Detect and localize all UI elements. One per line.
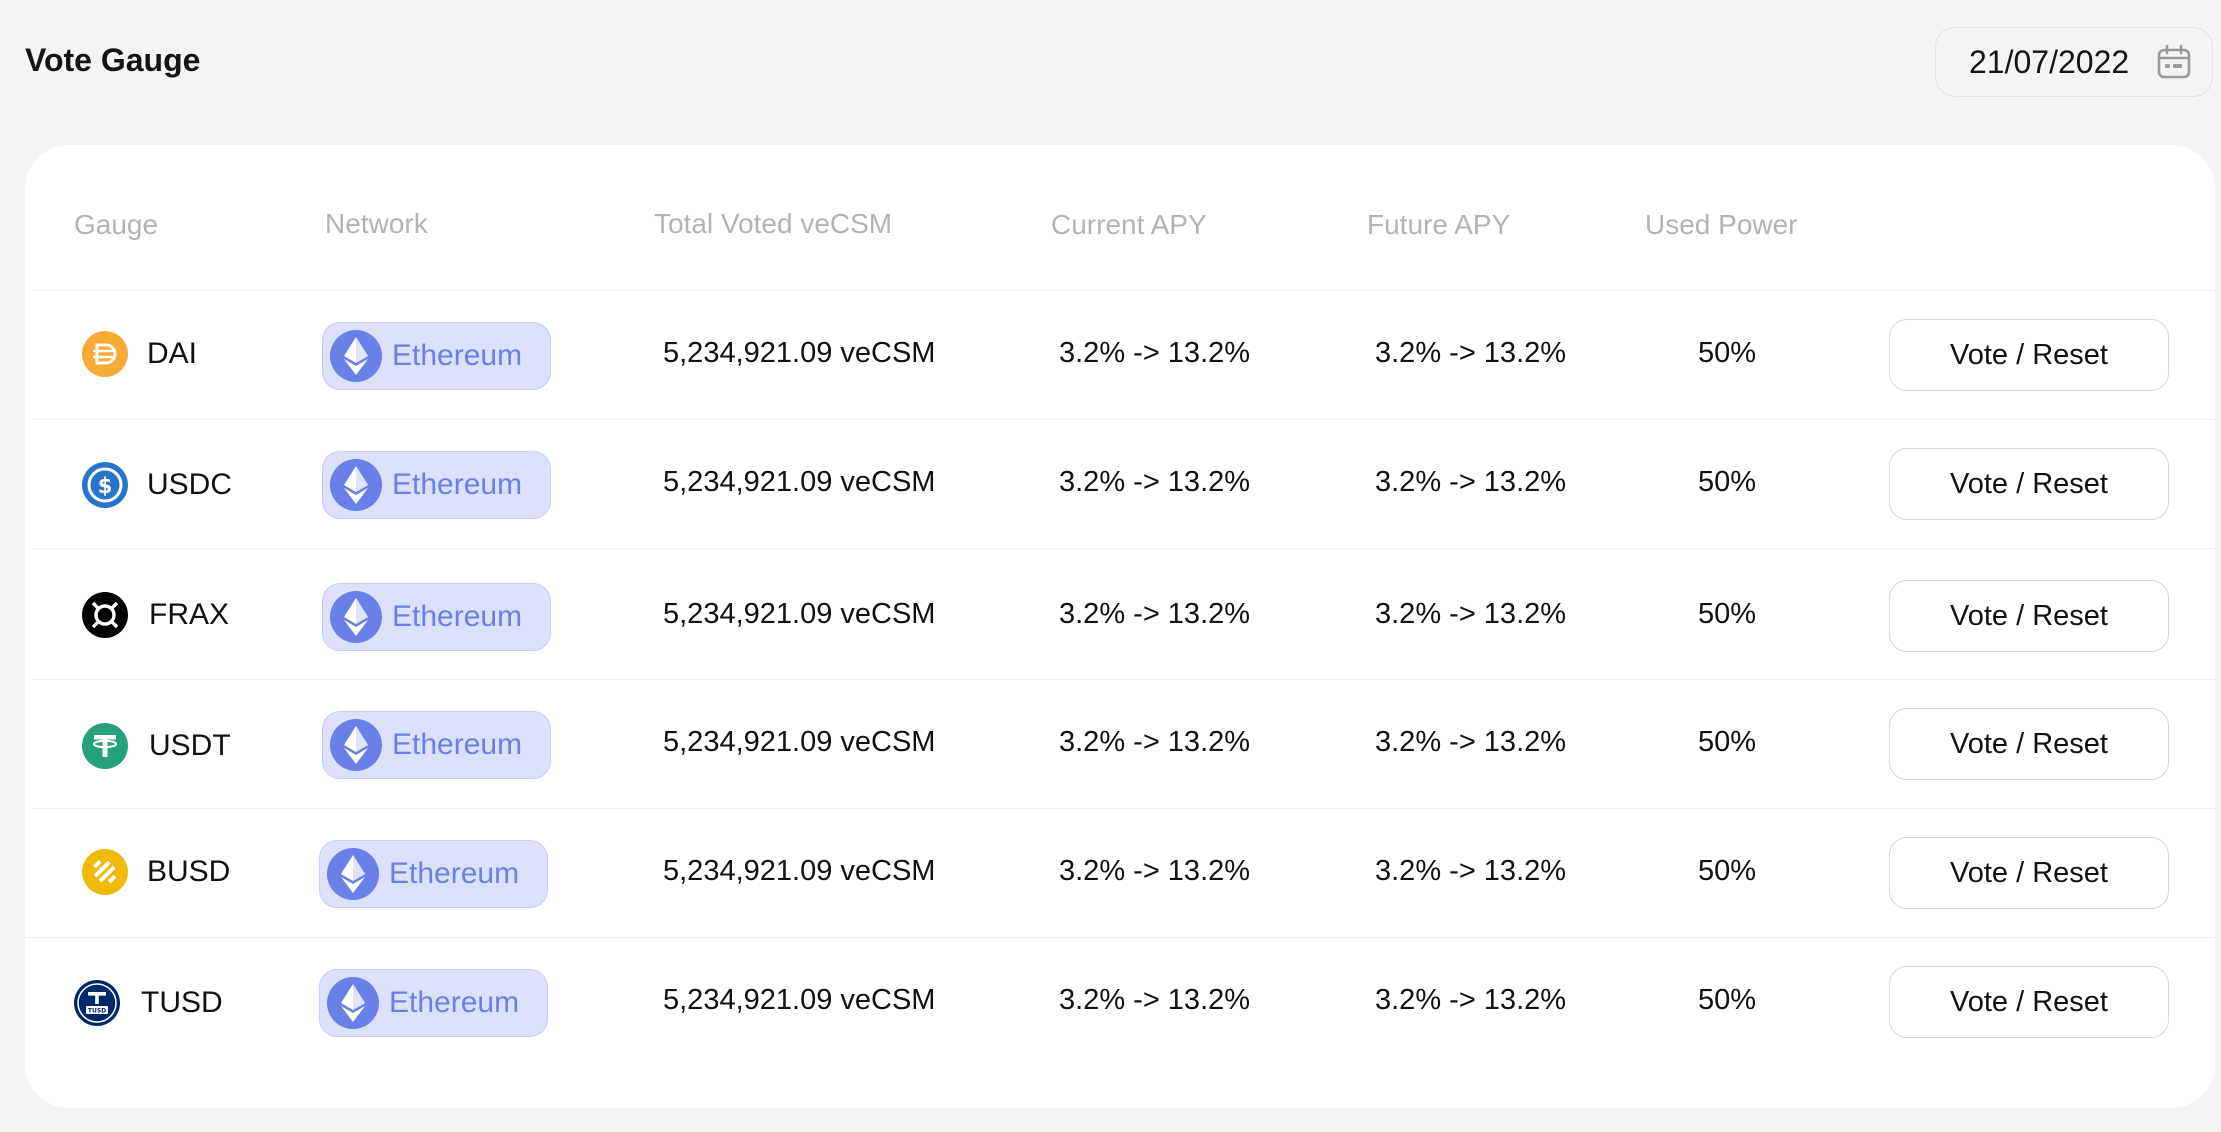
vote-reset-button[interactable]: Vote / Reset <box>1889 580 2169 652</box>
token-cell: BUSD <box>82 849 230 895</box>
ethereum-icon <box>330 459 382 511</box>
tusd-icon: TUSD <box>74 980 120 1026</box>
table-header: Gauge Network Total Voted veCSM Current … <box>25 145 2215 290</box>
usdc-icon: $ <box>82 462 128 508</box>
table-row: USDT Ethereum 5,234,921.09 veCSM 3.2% ->… <box>33 679 2215 809</box>
vote-reset-button[interactable]: Vote / Reset <box>1889 708 2169 780</box>
used-power-value: 50% <box>1698 466 1757 498</box>
network-badge: Ethereum <box>322 322 551 390</box>
ethereum-icon <box>327 977 379 1029</box>
token-name: DAI <box>147 337 198 370</box>
total-voted-value: 5,234,921.09 veCSM <box>663 984 936 1016</box>
svg-text:TUSD: TUSD <box>88 1008 106 1015</box>
column-header-network: Network <box>325 208 428 239</box>
used-power-value: 50% <box>1698 337 1757 369</box>
dai-icon <box>82 331 128 377</box>
svg-text:$: $ <box>98 474 113 498</box>
network-name: Ethereum <box>392 600 523 633</box>
used-power-value: 50% <box>1698 855 1757 887</box>
future-apy-value: 3.2% -> 13.2% <box>1375 598 1567 630</box>
network-badge: Ethereum <box>322 451 551 519</box>
total-voted-value: 5,234,921.09 veCSM <box>663 466 936 498</box>
vote-gauge-page: Vote Gauge 21/07/2022 Gauge Network Tota… <box>0 0 2221 1132</box>
network-name: Ethereum <box>392 339 523 372</box>
current-apy-value: 3.2% -> 13.2% <box>1059 598 1251 630</box>
network-badge: Ethereum <box>322 583 551 651</box>
ethereum-icon <box>330 330 382 382</box>
network-name: Ethereum <box>389 857 520 890</box>
current-apy-value: 3.2% -> 13.2% <box>1059 984 1251 1016</box>
used-power-value: 50% <box>1698 984 1757 1016</box>
total-voted-value: 5,234,921.09 veCSM <box>663 855 936 887</box>
calendar-icon <box>2157 44 2191 79</box>
column-header-total-voted: Total Voted veCSM <box>654 208 893 239</box>
total-voted-value: 5,234,921.09 veCSM <box>663 726 936 758</box>
ethereum-icon <box>327 848 379 900</box>
table-row: $ USDC Ethereum 5,234,921.09 veCSM 3.2% … <box>33 419 2215 549</box>
current-apy-value: 3.2% -> 13.2% <box>1059 855 1251 887</box>
ethereum-icon <box>330 591 382 643</box>
vote-reset-button[interactable]: Vote / Reset <box>1889 966 2169 1038</box>
future-apy-value: 3.2% -> 13.2% <box>1375 855 1567 887</box>
future-apy-value: 3.2% -> 13.2% <box>1375 726 1567 758</box>
vote-reset-button[interactable]: Vote / Reset <box>1889 837 2169 909</box>
vote-reset-button[interactable]: Vote / Reset <box>1889 448 2169 520</box>
gauge-table-card: Gauge Network Total Voted veCSM Current … <box>25 145 2215 1108</box>
table-row: DAI Ethereum 5,234,921.09 veCSM 3.2% -> … <box>33 290 2215 420</box>
date-picker[interactable]: 21/07/2022 <box>1935 27 2213 97</box>
future-apy-value: 3.2% -> 13.2% <box>1375 984 1567 1016</box>
column-header-gauge: Gauge <box>74 209 159 240</box>
table-row: FRAX Ethereum 5,234,921.09 veCSM 3.2% ->… <box>33 548 2215 680</box>
used-power-value: 50% <box>1698 726 1757 758</box>
network-badge: Ethereum <box>322 711 551 779</box>
token-cell: DAI <box>82 331 197 377</box>
date-value: 21/07/2022 <box>1969 43 2130 80</box>
token-cell: TUSD TUSD <box>74 980 223 1026</box>
token-name: TUSD <box>141 986 223 1019</box>
network-badge: Ethereum <box>319 840 548 908</box>
network-name: Ethereum <box>392 728 523 761</box>
current-apy-value: 3.2% -> 13.2% <box>1059 726 1251 758</box>
token-name: USDC <box>147 468 233 501</box>
future-apy-value: 3.2% -> 13.2% <box>1375 466 1567 498</box>
page-title: Vote Gauge <box>25 42 201 78</box>
token-cell: FRAX <box>82 592 229 638</box>
network-badge: Ethereum <box>319 969 548 1037</box>
vote-reset-button[interactable]: Vote / Reset <box>1889 319 2169 391</box>
total-voted-value: 5,234,921.09 veCSM <box>663 337 936 369</box>
total-voted-value: 5,234,921.09 veCSM <box>663 598 936 630</box>
busd-icon <box>82 849 128 895</box>
usdt-icon <box>82 723 128 769</box>
token-cell: USDT <box>82 723 231 769</box>
table-row: TUSD TUSD Ethereum 5,234,921.09 veCSM 3.… <box>25 937 2215 1067</box>
column-header-used-power: Used Power <box>1645 209 1798 240</box>
future-apy-value: 3.2% -> 13.2% <box>1375 337 1567 369</box>
current-apy-value: 3.2% -> 13.2% <box>1059 466 1251 498</box>
token-name: BUSD <box>147 855 231 888</box>
frax-icon <box>82 592 128 638</box>
current-apy-value: 3.2% -> 13.2% <box>1059 337 1251 369</box>
column-header-future-apy: Future APY <box>1367 209 1511 240</box>
used-power-value: 50% <box>1698 598 1757 630</box>
table-row: BUSD Ethereum 5,234,921.09 veCSM 3.2% ->… <box>33 808 2215 938</box>
token-cell: $ USDC <box>82 462 232 508</box>
token-name: USDT <box>149 729 231 762</box>
network-name: Ethereum <box>389 986 520 1019</box>
ethereum-icon <box>330 719 382 771</box>
network-name: Ethereum <box>392 468 523 501</box>
token-name: FRAX <box>149 598 230 631</box>
column-header-current-apy: Current APY <box>1051 209 1207 240</box>
